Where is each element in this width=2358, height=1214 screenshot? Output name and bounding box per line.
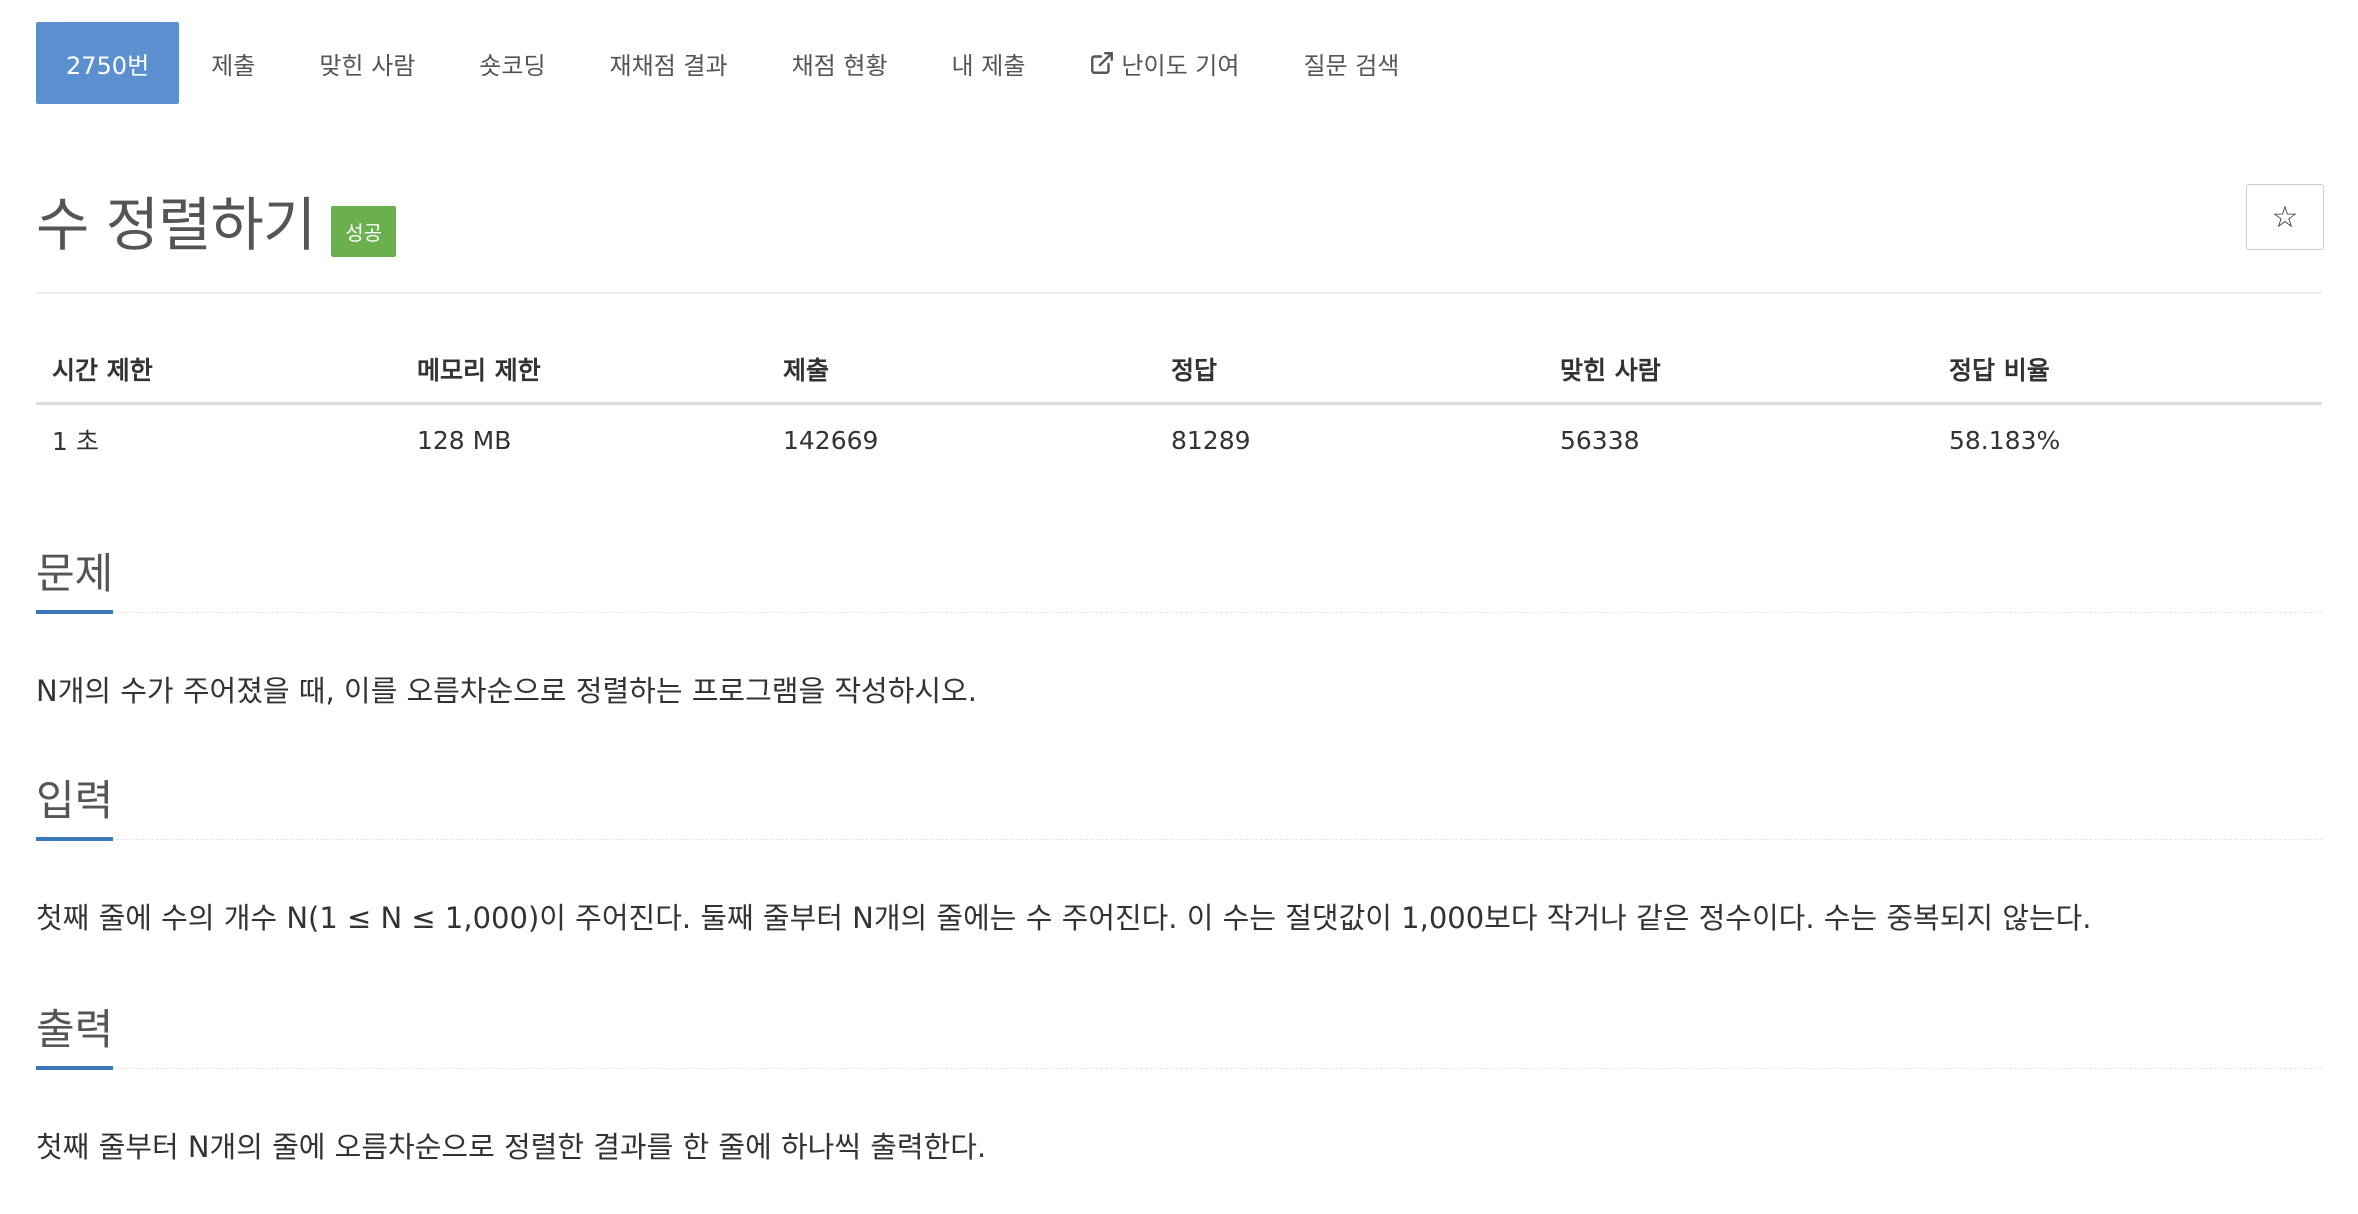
tab-rejudge-results[interactable]: 재채점 결과 — [578, 22, 760, 104]
section-header: 출력 — [36, 990, 2322, 1070]
info-table-header: 시간 제한 메모리 제한 제출 정답 맞힌 사람 정답 비율 — [36, 336, 2322, 405]
section-divider — [36, 612, 2322, 613]
tab-label: 2750번 — [66, 51, 150, 80]
title-divider — [36, 292, 2322, 294]
output-description: 첫째 줄부터 N개의 줄에 오름차순으로 정렬한 결과를 한 줄에 하나씩 출력… — [36, 1130, 987, 1164]
section-underline — [36, 1066, 113, 1070]
problem-page: 2750번 제출 맞힌 사람 숏코딩 재채점 결과 채점 현황 내 제출 난이도… — [0, 0, 2358, 1214]
value-submissions: 142669 — [783, 425, 879, 455]
tab-submit[interactable]: 제출 — [179, 22, 287, 104]
tab-solvers[interactable]: 맞힌 사람 — [287, 22, 447, 104]
problem-title-row: 수 정렬하기 성공 — [36, 178, 397, 262]
problem-description: N개의 수가 주어졌을 때, 이를 오름차순으로 정렬하는 프로그램을 작성하시… — [36, 674, 977, 708]
section-divider — [36, 839, 2322, 840]
tab-label: 제출 — [211, 51, 256, 80]
tab-label: 맞힌 사람 — [319, 51, 416, 80]
star-icon: ☆ — [2271, 199, 2299, 235]
tab-judge-status[interactable]: 채점 현황 — [760, 22, 920, 104]
section-title: 출력 — [36, 1005, 114, 1054]
tab-label: 질문 검색 — [1303, 51, 1400, 80]
tab-label: 숏코딩 — [479, 51, 546, 80]
value-solvers: 56338 — [1560, 425, 1640, 455]
favorite-button[interactable]: ☆ — [2246, 184, 2324, 250]
status-badge: 성공 — [331, 205, 397, 257]
value-memory-limit: 128 MB — [417, 425, 512, 455]
section-title: 문제 — [36, 549, 114, 598]
value-accept-ratio: 58.183% — [1949, 425, 2061, 455]
value-time-limit: 1 초 — [52, 427, 99, 456]
tab-label: 채점 현황 — [791, 51, 888, 80]
problem-title: 수 정렬하기 — [36, 191, 316, 259]
section-title: 입력 — [36, 776, 114, 825]
header-accepted: 정답 — [1171, 356, 1218, 385]
tab-label: 재채점 결과 — [609, 51, 728, 80]
tab-my-submissions[interactable]: 내 제출 — [920, 22, 1058, 104]
tab-difficulty-contribution[interactable]: 난이도 기여 — [1057, 22, 1271, 104]
header-submissions: 제출 — [783, 356, 830, 385]
table-row: 1 초 128 MB 142669 81289 56338 58.183% — [36, 405, 2322, 475]
section-underline — [36, 610, 113, 614]
header-memory-limit: 메모리 제한 — [417, 356, 541, 385]
input-section: 입력 첫째 줄에 수의 개수 N(1 ≤ N ≤ 1,000)이 주어진다. 둘… — [36, 761, 2322, 937]
tab-question-search[interactable]: 질문 검색 — [1271, 22, 1431, 104]
tab-problem[interactable]: 2750번 — [36, 22, 180, 104]
header-time-limit: 시간 제한 — [52, 356, 153, 385]
external-link-icon — [1089, 50, 1115, 76]
problem-tab-nav: 2750번 제출 맞힌 사람 숏코딩 재채점 결과 채점 현황 내 제출 난이도… — [36, 22, 1431, 104]
value-accepted: 81289 — [1171, 425, 1251, 455]
section-divider — [36, 1068, 2322, 1069]
problem-info-table: 시간 제한 메모리 제한 제출 정답 맞힌 사람 정답 비율 1 초 128 M… — [36, 336, 2322, 475]
problem-description-section: 문제 N개의 수가 주어졌을 때, 이를 오름차순으로 정렬하는 프로그램을 작… — [36, 534, 2322, 710]
input-description: 첫째 줄에 수의 개수 N(1 ≤ N ≤ 1,000)이 주어진다. 둘째 줄… — [36, 901, 2092, 935]
tab-short-coding[interactable]: 숏코딩 — [447, 22, 577, 104]
section-header: 입력 — [36, 761, 2322, 841]
output-section: 출력 첫째 줄부터 N개의 줄에 오름차순으로 정렬한 결과를 한 줄에 하나씩… — [36, 990, 2322, 1166]
tab-label: 난이도 기여 — [1121, 51, 1240, 80]
tab-label: 내 제출 — [951, 51, 1026, 80]
section-header: 문제 — [36, 534, 2322, 614]
header-accept-ratio: 정답 비율 — [1949, 356, 2050, 385]
section-underline — [36, 837, 113, 841]
header-solvers: 맞힌 사람 — [1560, 356, 1661, 385]
